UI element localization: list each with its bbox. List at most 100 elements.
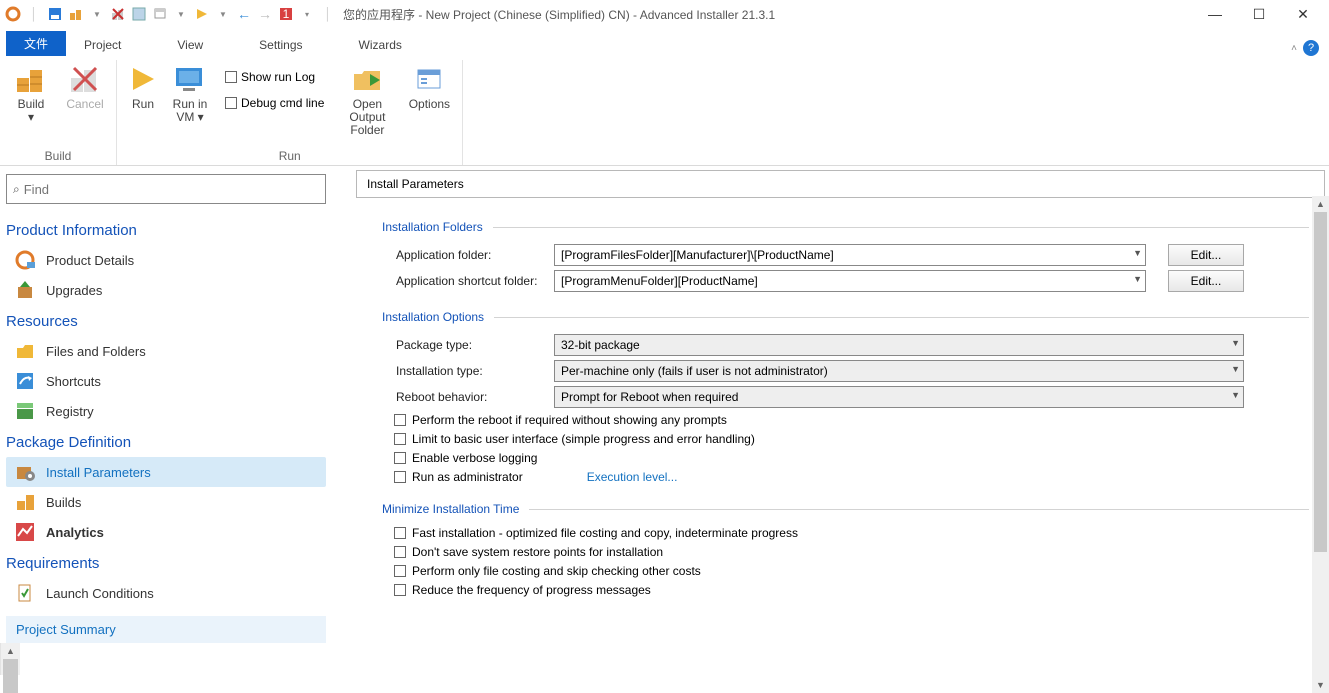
- checkbox-fast-install[interactable]: Fast installation - optimized file costi…: [394, 526, 1309, 540]
- close-button[interactable]: ✕: [1281, 0, 1325, 28]
- shortcutfolder-edit-button[interactable]: Edit...: [1168, 270, 1244, 292]
- builds-icon: [14, 491, 36, 513]
- chevron-down-icon[interactable]: ▼: [1231, 390, 1240, 400]
- ribbon-group-run: Run Run in VM ▾ Show run Log Debug cmd l…: [117, 60, 463, 165]
- save-icon[interactable]: [46, 5, 64, 23]
- maximize-button[interactable]: ☐: [1237, 0, 1281, 28]
- sidebar-item-launch-conditions[interactable]: Launch Conditions: [6, 578, 326, 608]
- category-product-info: Product Information: [6, 222, 326, 239]
- scroll-thumb[interactable]: [1314, 212, 1327, 552]
- sidebar-item-files[interactable]: Files and Folders: [6, 336, 326, 366]
- minimize-button[interactable]: ―: [1193, 0, 1237, 28]
- back-icon[interactable]: ←: [235, 5, 253, 23]
- category-requirements: Requirements: [6, 555, 326, 572]
- checkbox-file-costing[interactable]: Perform only file costing and skip check…: [394, 564, 1309, 578]
- shortcut-icon: [14, 370, 36, 392]
- ribbon-tabs: 文件 Project View Settings Wizards ˄ ?: [0, 28, 1329, 56]
- collapse-ribbon-icon[interactable]: ˄: [1291, 43, 1297, 54]
- reboot-select[interactable]: Prompt for Reboot when required▼: [554, 386, 1244, 408]
- checkbox-reduce-progress[interactable]: Reduce the frequency of progress message…: [394, 583, 1309, 597]
- dropdown-icon[interactable]: ▼: [214, 5, 232, 23]
- sidebar-item-analytics[interactable]: Analytics: [6, 517, 326, 547]
- pkgtype-select[interactable]: 32-bit package▼: [554, 334, 1244, 356]
- debug-cmd-line-checkbox[interactable]: Debug cmd line: [225, 96, 324, 110]
- content: Install Parameters Installation Folders …: [352, 166, 1329, 693]
- run-in-vm-button[interactable]: Run in VM ▾: [167, 60, 213, 124]
- sidebar-item-install-parameters[interactable]: Install Parameters: [6, 457, 326, 487]
- content-scrollbar[interactable]: ▲ ▼: [1312, 196, 1329, 693]
- tab-wizards[interactable]: Wizards: [341, 34, 420, 56]
- shortcutfolder-label: Application shortcut folder:: [382, 274, 554, 288]
- sidebar-item-shortcuts[interactable]: Shortcuts: [6, 366, 326, 396]
- run-icon[interactable]: [193, 5, 211, 23]
- checkbox-basic-ui[interactable]: Limit to basic user interface (simple pr…: [394, 432, 1309, 446]
- scroll-thumb[interactable]: [3, 659, 18, 693]
- tab-project[interactable]: Project: [66, 34, 139, 56]
- sidebar-item-upgrades[interactable]: Upgrades: [6, 275, 326, 305]
- show-run-log-checkbox[interactable]: Show run Log: [225, 70, 324, 84]
- section-minimize-time: Minimize Installation Time: [382, 502, 1309, 516]
- page-title: Install Parameters: [356, 170, 1325, 198]
- sidebar-scrollbar[interactable]: ▲ ▼: [0, 643, 20, 675]
- section-installation-options: Installation Options: [382, 310, 1309, 324]
- appfolder-edit-button[interactable]: Edit...: [1168, 244, 1244, 266]
- window-buttons: ― ☐ ✕: [1193, 0, 1325, 28]
- dropdown-icon[interactable]: ▼: [172, 5, 190, 23]
- scroll-up-icon[interactable]: ▲: [1, 643, 20, 659]
- app-icon[interactable]: [4, 5, 22, 23]
- tab-view[interactable]: View: [159, 34, 221, 56]
- run-button[interactable]: Run: [123, 60, 163, 111]
- registry-icon: [14, 400, 36, 422]
- scroll-down-icon[interactable]: ▼: [1312, 677, 1329, 693]
- checkbox-run-as-admin[interactable]: Run as administratorExecution level...: [394, 470, 1309, 484]
- shortcutfolder-input[interactable]: [ProgramMenuFolder][ProductName]▼: [554, 270, 1146, 292]
- checkbox-perform-reboot[interactable]: Perform the reboot if required without s…: [394, 413, 1309, 427]
- error-icon[interactable]: 1: [277, 5, 295, 23]
- separator-icon: │: [319, 5, 337, 23]
- sidebar-item-product-details[interactable]: Product Details: [6, 245, 326, 275]
- cancel-icon[interactable]: [109, 5, 127, 23]
- sidebar-item-builds[interactable]: Builds: [6, 487, 326, 517]
- quick-access-toolbar: │ ▼ ▼ ▼ ← → 1 ▾ │: [4, 5, 337, 23]
- chevron-down-icon[interactable]: ▼: [1133, 248, 1142, 258]
- svg-text:1: 1: [283, 7, 290, 21]
- ribbon-right: ˄ ?: [1291, 40, 1329, 56]
- chevron-down-icon[interactable]: ▼: [1231, 364, 1240, 374]
- category-package: Package Definition: [6, 434, 326, 451]
- execution-level-link[interactable]: Execution level...: [587, 470, 678, 484]
- disk-icon[interactable]: [130, 5, 148, 23]
- reboot-label: Reboot behavior:: [382, 390, 554, 404]
- checkbox-no-restore[interactable]: Don't save system restore points for ins…: [394, 545, 1309, 559]
- dropdown-icon[interactable]: ▼: [88, 5, 106, 23]
- launch-conditions-icon: [14, 582, 36, 604]
- help-icon[interactable]: ?: [1303, 40, 1319, 56]
- qat-dropdown-icon[interactable]: ▾: [298, 5, 316, 23]
- insttype-label: Installation type:: [382, 364, 554, 378]
- project-summary[interactable]: Project Summary: [6, 616, 326, 643]
- window-icon[interactable]: [151, 5, 169, 23]
- pkgtype-label: Package type:: [382, 338, 554, 352]
- build-button[interactable]: Build▾: [6, 60, 56, 124]
- ribbon-group-build: Build▾ Cancel Build: [0, 60, 117, 165]
- search-input[interactable]: ⌕: [6, 174, 326, 204]
- window-title: 您的应用程序 - New Project (Chinese (Simplifie…: [343, 6, 775, 23]
- open-output-folder-button[interactable]: Open Output Folder: [336, 60, 398, 137]
- forward-icon[interactable]: →: [256, 5, 274, 23]
- chevron-down-icon[interactable]: ▼: [1231, 338, 1240, 348]
- options-button[interactable]: Options: [402, 60, 456, 111]
- tab-file[interactable]: 文件: [6, 31, 66, 56]
- build-icon[interactable]: [67, 5, 85, 23]
- appfolder-input[interactable]: [ProgramFilesFolder][Manufacturer]\[Prod…: [554, 244, 1146, 266]
- tab-settings[interactable]: Settings: [241, 34, 320, 56]
- checkbox-verbose[interactable]: Enable verbose logging: [394, 451, 1309, 465]
- sidebar-item-registry[interactable]: Registry: [6, 396, 326, 426]
- separator-icon: │: [25, 5, 43, 23]
- appfolder-label: Application folder:: [382, 248, 554, 262]
- main: ⌕ Product Information Product Details Up…: [0, 166, 1329, 693]
- scroll-up-icon[interactable]: ▲: [1312, 196, 1329, 212]
- search-icon: ⌕: [13, 182, 20, 197]
- chevron-down-icon[interactable]: ▼: [1133, 274, 1142, 284]
- insttype-select[interactable]: Per-machine only (fails if user is not a…: [554, 360, 1244, 382]
- section-installation-folders: Installation Folders: [382, 220, 1309, 234]
- cancel-button: Cancel: [60, 60, 110, 111]
